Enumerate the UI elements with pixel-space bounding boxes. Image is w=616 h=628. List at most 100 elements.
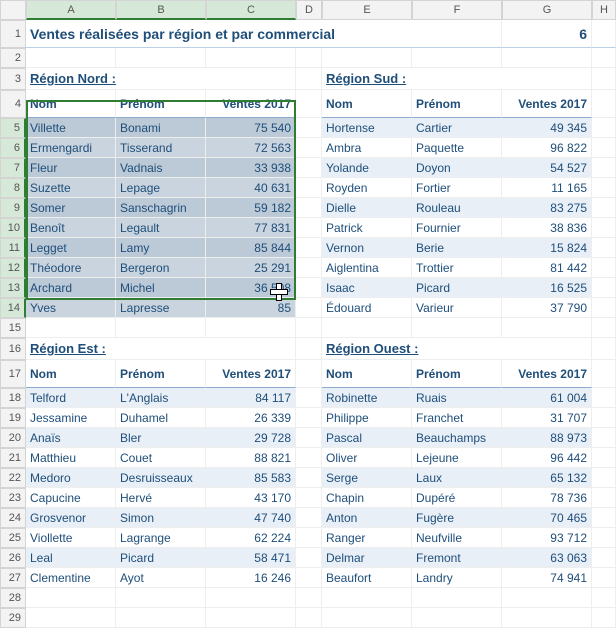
cell-nom[interactable]: Telford — [26, 388, 116, 408]
col-header-A[interactable]: A — [26, 0, 116, 20]
cell-prenom[interactable]: Fournier — [412, 218, 502, 238]
cell-prenom[interactable]: Neufville — [412, 528, 502, 548]
cell-prenom[interactable]: Lagrange — [116, 528, 206, 548]
cell-ventes[interactable]: 40 631 — [206, 178, 296, 198]
cell-ventes[interactable]: 37 790 — [502, 298, 592, 318]
cell-nom[interactable]: Ambra — [322, 138, 412, 158]
th-nom[interactable]: Nom — [26, 360, 116, 388]
th-nom[interactable]: Nom — [26, 90, 116, 118]
cell-ventes[interactable]: 88 973 — [502, 428, 592, 448]
th-nom[interactable]: Nom — [322, 360, 412, 388]
cell-ventes[interactable]: 75 540 — [206, 118, 296, 138]
cell-ventes[interactable]: 81 442 — [502, 258, 592, 278]
cell-nom[interactable]: Medoro — [26, 468, 116, 488]
row-header-16[interactable]: 16 — [0, 338, 26, 360]
cell-prenom[interactable]: Lejeune — [412, 448, 502, 468]
cell-nom[interactable]: Anton — [322, 508, 412, 528]
cell-prenom[interactable]: Rouleau — [412, 198, 502, 218]
cell-ventes[interactable]: 70 465 — [502, 508, 592, 528]
cell-prenom[interactable]: Sanschagrin — [116, 198, 206, 218]
cell-nom[interactable]: Clementine — [26, 568, 116, 588]
row-header-15[interactable]: 15 — [0, 318, 26, 338]
cell-ventes[interactable]: 74 941 — [502, 568, 592, 588]
cell-prenom[interactable]: Landry — [412, 568, 502, 588]
col-header-H[interactable]: H — [592, 0, 616, 20]
row-header-10[interactable]: 10 — [0, 218, 26, 238]
cell-ventes[interactable]: 78 736 — [502, 488, 592, 508]
cell-prenom[interactable]: Bergeron — [116, 258, 206, 278]
cell-prenom[interactable]: Bler — [116, 428, 206, 448]
cell-nom[interactable]: Legget — [26, 238, 116, 258]
cell-ventes[interactable]: 65 132 — [502, 468, 592, 488]
row-header-9[interactable]: 9 — [0, 198, 26, 218]
row-header-1[interactable]: 1 — [0, 20, 26, 48]
cell-ventes[interactable]: 96 442 — [502, 448, 592, 468]
cell-ventes[interactable]: 93 712 — [502, 528, 592, 548]
cell-prenom[interactable]: Ayot — [116, 568, 206, 588]
cell-nom[interactable]: Anaïs — [26, 428, 116, 448]
row-header-29[interactable]: 29 — [0, 608, 26, 628]
cell-nom[interactable]: Isaac — [322, 278, 412, 298]
cell-nom[interactable]: Suzette — [26, 178, 116, 198]
cell-nom[interactable]: Pascal — [322, 428, 412, 448]
cell-ventes[interactable]: 16 246 — [206, 568, 296, 588]
region-title-sud[interactable]: Région Sud : — [322, 68, 592, 90]
title-count[interactable]: 6 — [502, 20, 592, 48]
row-header-22[interactable]: 22 — [0, 468, 26, 488]
th-ventes[interactable]: Ventes 2017 — [206, 90, 296, 118]
col-header-E[interactable]: E — [322, 0, 412, 20]
cell-prenom[interactable]: Beauchamps — [412, 428, 502, 448]
row-header-24[interactable]: 24 — [0, 508, 26, 528]
cell-ventes[interactable]: 43 170 — [206, 488, 296, 508]
cell-nom[interactable]: Philippe — [322, 408, 412, 428]
cell-nom[interactable]: Jessamine — [26, 408, 116, 428]
cell-ventes[interactable]: 49 345 — [502, 118, 592, 138]
cell-nom[interactable]: Capucine — [26, 488, 116, 508]
row-header-23[interactable]: 23 — [0, 488, 26, 508]
cell-nom[interactable]: Vernon — [322, 238, 412, 258]
col-header-G[interactable]: G — [502, 0, 592, 20]
cell-nom[interactable]: Édouard — [322, 298, 412, 318]
cell-prenom[interactable]: Picard — [116, 548, 206, 568]
cell-prenom[interactable]: Vadnais — [116, 158, 206, 178]
row-header-14[interactable]: 14 — [0, 298, 26, 318]
cell-nom[interactable]: Yolande — [322, 158, 412, 178]
row-header-19[interactable]: 19 — [0, 408, 26, 428]
row-header-18[interactable]: 18 — [0, 388, 26, 408]
cell-prenom[interactable]: Picard — [412, 278, 502, 298]
row-header-17[interactable]: 17 — [0, 360, 26, 388]
cell-prenom[interactable]: Desruisseaux — [116, 468, 206, 488]
cell-nom[interactable]: Fleur — [26, 158, 116, 178]
cell-ventes[interactable]: 26 339 — [206, 408, 296, 428]
cell-nom[interactable]: Oliver — [322, 448, 412, 468]
cell-prenom[interactable]: Cartier — [412, 118, 502, 138]
cell-prenom[interactable]: Doyon — [412, 158, 502, 178]
cell-ventes[interactable]: 31 707 — [502, 408, 592, 428]
cell-prenom[interactable]: Fortier — [412, 178, 502, 198]
region-title-nord[interactable]: Région Nord : — [26, 68, 296, 90]
cell-ventes[interactable]: 15 824 — [502, 238, 592, 258]
cell-prenom[interactable]: Lepage — [116, 178, 206, 198]
cell-nom[interactable]: Ranger — [322, 528, 412, 548]
cell-ventes[interactable]: 85 844 — [206, 238, 296, 258]
cell-ventes[interactable]: 88 821 — [206, 448, 296, 468]
row-header-25[interactable]: 25 — [0, 528, 26, 548]
cell-ventes[interactable]: 62 224 — [206, 528, 296, 548]
cell-ventes[interactable]: 33 938 — [206, 158, 296, 178]
row-header-21[interactable]: 21 — [0, 448, 26, 468]
cell-ventes[interactable]: 25 291 — [206, 258, 296, 278]
cell-nom[interactable]: Grosvenor — [26, 508, 116, 528]
cell-prenom[interactable]: Hervé — [116, 488, 206, 508]
cell-ventes[interactable]: 77 831 — [206, 218, 296, 238]
col-header-C[interactable]: C — [206, 0, 296, 20]
cell-nom[interactable]: Robinette — [322, 388, 412, 408]
cell-ventes[interactable]: 85 583 — [206, 468, 296, 488]
cell-prenom[interactable]: Lamy — [116, 238, 206, 258]
th-prenom[interactable]: Prénom — [412, 360, 502, 388]
cell-nom[interactable]: Chapin — [322, 488, 412, 508]
cell-prenom[interactable]: Couet — [116, 448, 206, 468]
th-ventes[interactable]: Ventes 2017 — [502, 360, 592, 388]
cell-nom[interactable]: Yves — [26, 298, 116, 318]
th-ventes[interactable]: Ventes 2017 — [206, 360, 296, 388]
col-header-B[interactable]: B — [116, 0, 206, 20]
